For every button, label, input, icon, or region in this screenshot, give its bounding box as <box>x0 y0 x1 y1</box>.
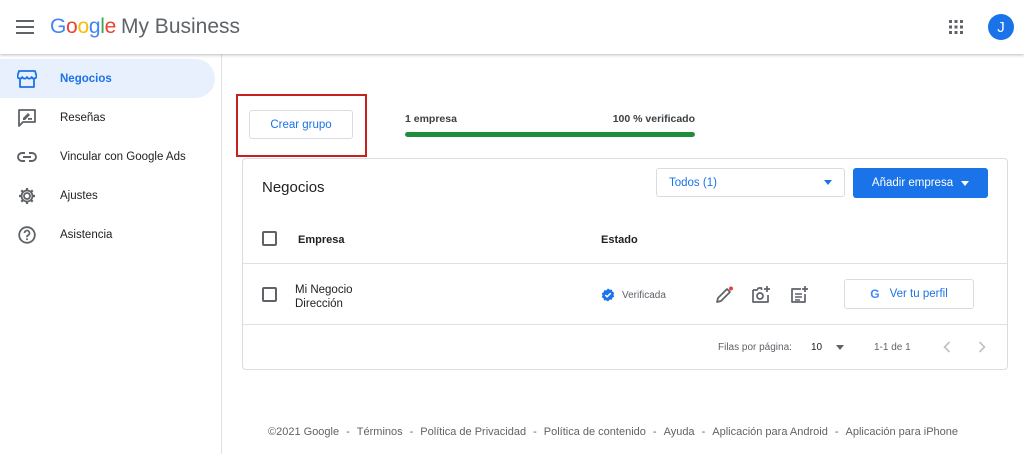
add-post-button[interactable] <box>788 284 810 306</box>
rows-per-page-select[interactable]: 10 <box>811 342 845 353</box>
row-divider <box>243 324 1007 325</box>
previous-page-button[interactable] <box>939 339 955 355</box>
chevron-down-icon <box>824 180 832 185</box>
google-apps-button[interactable] <box>936 7 976 47</box>
google-g-icon: G <box>870 287 880 301</box>
footer-copyright: ©2021 Google <box>268 426 340 438</box>
main-menu-button[interactable] <box>0 0 50 54</box>
progress-fill <box>405 132 695 137</box>
review-icon <box>16 107 38 129</box>
footer-link-contenido[interactable]: Política de contenido <box>544 426 646 438</box>
edit-info-button[interactable] <box>713 284 735 306</box>
hamburger-menu-icon <box>16 20 34 34</box>
sidebar-item-label: Vincular con Google Ads <box>60 150 186 163</box>
account-avatar[interactable]: J <box>988 14 1014 40</box>
select-all-checkbox[interactable] <box>262 231 277 246</box>
apps-grid-icon <box>949 20 963 34</box>
logo-letter-e: e <box>104 15 117 38</box>
product-name: My Business <box>120 15 241 38</box>
progress-track <box>405 132 695 137</box>
card-title: Negocios <box>262 179 325 196</box>
business-address: Dirección <box>295 298 343 310</box>
page-footer: ©2021 Google - Términos - Política de Privac… <box>268 426 958 438</box>
google-my-business-logo[interactable]: Google My Business <box>50 15 240 39</box>
sidebar-item-label: Asistencia <box>60 228 113 241</box>
verification-progress: 1 empresa 100 % verificado <box>405 113 695 137</box>
help-icon <box>16 224 38 246</box>
verified-percent: 100 % verificado <box>612 113 695 125</box>
logo-letter-o1: o <box>66 15 78 38</box>
add-business-button[interactable]: Añadir empresa <box>853 168 988 198</box>
link-icon <box>16 146 38 168</box>
business-name: Mi Negocio <box>295 284 353 296</box>
sidebar-item-label: Reseñas <box>60 111 106 124</box>
status-badge: Verificada <box>601 288 666 302</box>
business-count: 1 empresa <box>405 113 457 125</box>
rows-per-page-label: Filas por página: <box>718 342 792 353</box>
column-header-empresa: Empresa <box>298 234 345 246</box>
view-profile-label: Ver tu perfil <box>889 288 948 300</box>
business-cell[interactable]: Mi Negocio Dirección <box>295 283 353 311</box>
sidebar-item-resenas[interactable]: Reseñas <box>0 98 215 137</box>
chevron-right-icon <box>978 341 986 353</box>
add-photo-icon <box>752 286 770 303</box>
chevron-down-icon <box>961 180 970 186</box>
status-filter-dropdown[interactable]: Todos (1) <box>656 168 845 197</box>
sidebar-item-label: Negocios <box>60 72 112 85</box>
chevron-down-icon <box>836 345 845 350</box>
footer-link-iphone[interactable]: Aplicación para iPhone <box>845 426 958 438</box>
footer-separator: - <box>701 426 706 438</box>
filter-value: Todos (1) <box>669 176 717 189</box>
add-photo-button[interactable] <box>750 284 772 306</box>
footer-separator: - <box>346 426 350 438</box>
create-group-button[interactable]: Crear grupo <box>249 110 353 139</box>
sidebar-item-asistencia[interactable]: Asistencia <box>0 215 215 254</box>
footer-link-ayuda[interactable]: Ayuda <box>664 426 695 438</box>
app-header: Google My Business J <box>0 0 1024 54</box>
footer-separator: - <box>533 426 537 438</box>
footer-separator: - <box>834 426 839 438</box>
sidebar-item-vincular-google-ads[interactable]: Vincular con Google Ads <box>0 137 215 176</box>
businesses-card: Negocios Todos (1) Añadir empresa Empres… <box>242 158 1008 370</box>
rows-per-page-value: 10 <box>811 342 823 353</box>
verified-check-icon <box>601 288 615 302</box>
sidebar-item-ajustes[interactable]: Ajustes <box>0 176 215 215</box>
gear-icon <box>16 185 38 207</box>
footer-link-android[interactable]: Aplicación para Android <box>712 426 828 438</box>
pencil-icon <box>716 286 733 303</box>
status-text: Verificada <box>622 289 666 301</box>
view-profile-button[interactable]: G Ver tu perfil <box>844 279 974 309</box>
footer-link-terminos[interactable]: Términos <box>357 426 403 438</box>
next-page-button[interactable] <box>974 339 990 355</box>
logo-letter-g1: G <box>50 15 67 38</box>
sidebar-item-label: Ajustes <box>60 189 98 202</box>
footer-separator: - <box>409 426 414 438</box>
pagination-range: 1-1 de 1 <box>874 342 911 353</box>
row-checkbox[interactable] <box>262 287 277 302</box>
storefront-icon <box>16 68 38 90</box>
footer-separator: - <box>652 426 657 438</box>
add-business-label: Añadir empresa <box>871 177 954 189</box>
footer-link-privacidad[interactable]: Política de Privacidad <box>420 426 526 438</box>
header-divider <box>243 263 1007 264</box>
chevron-left-icon <box>943 341 951 353</box>
logo-letter-o2: o <box>77 15 89 38</box>
logo-letter-g2: g <box>88 15 101 38</box>
sidebar: Negocios Reseñas Vincular con Google Ads… <box>0 54 222 454</box>
add-post-icon <box>791 286 808 303</box>
sidebar-item-negocios[interactable]: Negocios <box>0 59 215 98</box>
column-header-estado: Estado <box>601 234 638 246</box>
